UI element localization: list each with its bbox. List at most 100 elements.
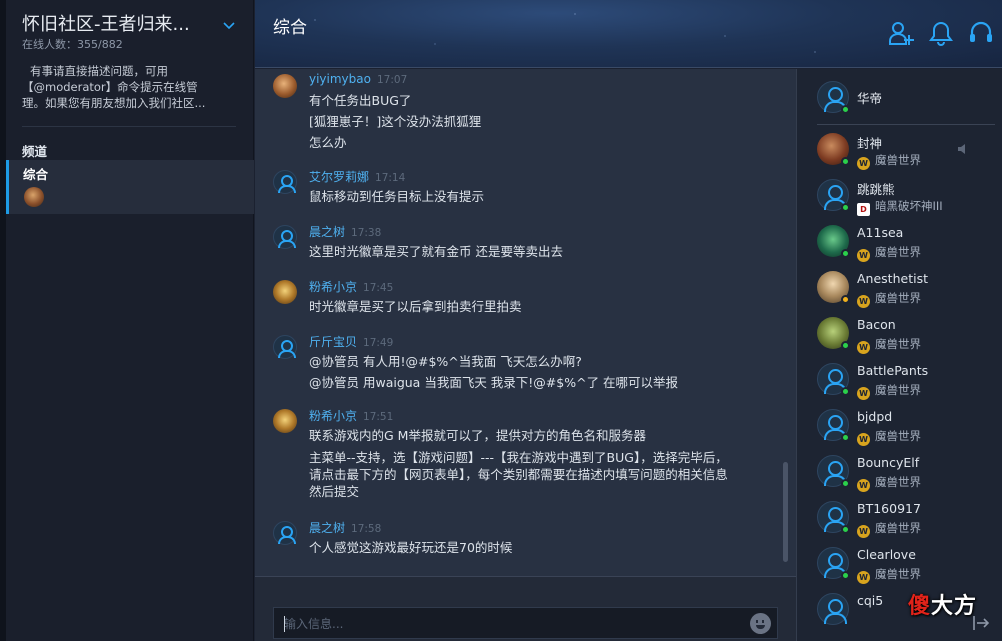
message-author[interactable]: 晨之树 17:38 [309, 223, 381, 240]
message-body: 有个任务出BUG了 [狐狸崽子！]这个没办法抓狐狸 怎么办 [309, 90, 769, 153]
add-friend-icon[interactable] [888, 20, 914, 46]
author-name[interactable]: 晨之树 [309, 521, 345, 535]
message-body: 鼠标移动到任务目标上没有提示 [309, 186, 769, 207]
community-notice: 有事请直接描述问题，可用 【@moderator】命令提示在线管 理。如果您有朋… [22, 63, 240, 111]
message-line: 个人感觉这游戏最好玩还是70的时候 [309, 540, 513, 555]
message-line: 然后提交 [309, 484, 360, 499]
active-indicator [6, 160, 9, 214]
sidebar-edge [0, 0, 6, 641]
chat-message-list[interactable]: yiyimybao 17:07 有个任务出BUG了 [狐狸崽子！]这个没办法抓狐狸… [255, 69, 796, 576]
member-game: W 魔兽世界 [857, 474, 921, 492]
member-item[interactable]: bjdpd W 魔兽世界 [817, 409, 997, 453]
message-input-box[interactable] [273, 607, 778, 639]
online-status-dot [841, 387, 850, 396]
wow-game-icon: W [857, 525, 870, 538]
message-input[interactable] [284, 615, 724, 633]
game-name: 暗黑破坏神III [875, 199, 943, 213]
member-game: D 暗黑破坏神III [857, 198, 943, 216]
game-name: 魔兽世界 [875, 567, 921, 581]
message-author[interactable]: yiyimybao 17:07 [309, 72, 407, 86]
divider [817, 124, 995, 125]
member-name: A11sea [857, 225, 904, 240]
member-item[interactable]: BouncyElf W 魔兽世界 [817, 455, 997, 499]
member-item[interactable]: 跳跳熊 D 暗黑破坏神III [817, 179, 997, 223]
game-name: 魔兽世界 [875, 291, 921, 305]
text-caret [284, 616, 285, 632]
user-avatar[interactable] [273, 170, 297, 194]
message-time: 17:14 [375, 172, 406, 184]
user-avatar[interactable] [273, 409, 297, 433]
channels-heading: 频道 [22, 144, 48, 159]
wow-game-icon: W [857, 479, 870, 492]
user-avatar[interactable] [273, 74, 297, 98]
notice-line: 【@moderator】命令提示在线管 [22, 80, 198, 94]
online-status-dot [841, 105, 850, 114]
message-author[interactable]: 艾尔罗莉娜 17:14 [309, 168, 405, 185]
wow-game-icon: W [857, 157, 870, 170]
user-avatar[interactable] [273, 280, 297, 304]
member-item[interactable]: Bacon W 魔兽世界 [817, 317, 997, 361]
user-avatar[interactable] [273, 225, 297, 249]
community-sidebar: 怀旧社区-王者归来... 在线人数：355/882 有事请直接描述问题，可用 【… [0, 0, 254, 641]
bell-icon[interactable] [928, 20, 954, 46]
online-status-dot [841, 571, 850, 580]
member-name: BT160917 [857, 501, 921, 516]
message-author[interactable]: 晨之树 17:58 [309, 519, 381, 536]
member-item[interactable]: Anesthetist W 魔兽世界 [817, 271, 997, 315]
chat-scrollbar[interactable] [783, 462, 788, 562]
game-name: 魔兽世界 [875, 429, 921, 443]
page-title: 综合 [273, 18, 307, 38]
member-game: W 魔兽世界 [857, 382, 921, 400]
user-avatar[interactable] [273, 521, 297, 545]
user-avatar[interactable] [817, 593, 849, 625]
online-status-dot [841, 341, 850, 350]
wow-game-icon: W [857, 387, 870, 400]
message-line: 有个任务出BUG了 [309, 93, 412, 108]
member-game: W 魔兽世界 [857, 244, 921, 262]
author-name[interactable]: 粉希小京 [309, 280, 357, 294]
member-item[interactable]: BT160917 W 魔兽世界 [817, 501, 997, 545]
user-avatar[interactable] [273, 335, 297, 359]
member-item[interactable]: Clearlove W 魔兽世界 [817, 547, 997, 591]
channel-header: 综合 [255, 0, 1002, 68]
wow-game-icon: W [857, 341, 870, 354]
member-name: cqi5 [857, 593, 884, 608]
community-title[interactable]: 怀旧社区-王者归来... [22, 10, 190, 36]
chevron-down-icon[interactable] [222, 18, 236, 32]
message-line: 怎么办 [309, 135, 347, 150]
author-name[interactable]: 粉希小京 [309, 409, 357, 423]
message-time: 17:51 [363, 411, 394, 423]
away-status-dot [841, 295, 850, 304]
member-name: BouncyElf [857, 455, 920, 470]
author-name[interactable]: 晨之树 [309, 225, 345, 239]
member-name: Clearlove [857, 547, 916, 562]
author-name[interactable]: 艾尔罗莉娜 [309, 170, 369, 184]
channel-item-general[interactable]: 综合 [6, 160, 254, 214]
message-author[interactable]: 粉希小京 17:45 [309, 278, 393, 295]
author-name[interactable]: yiyimybao [309, 72, 371, 86]
diablo-game-icon: D [857, 203, 870, 216]
member-game: W 魔兽世界 [857, 520, 921, 538]
member-game: W 魔兽世界 [857, 566, 921, 584]
message-body: 这里时光徽章是买了就有金币 还是要等卖出去 [309, 241, 769, 262]
notice-line: 有事请直接描述问题，可用 [30, 64, 168, 78]
message-line: [狐狸崽子！]这个没办法抓狐狸 [309, 114, 482, 129]
message-author[interactable]: 粉希小京 17:51 [309, 407, 393, 424]
message-time: 17:49 [363, 337, 394, 349]
message-author[interactable]: 斤斤宝贝 17:49 [309, 333, 393, 350]
emoji-icon[interactable] [750, 613, 771, 634]
member-game: W 魔兽世界 [857, 290, 921, 308]
member-name: BattlePants [857, 363, 929, 378]
channel-member-avatar[interactable] [24, 187, 44, 207]
member-item[interactable]: A11sea W 魔兽世界 [817, 225, 997, 269]
current-user[interactable]: 华帝 [817, 81, 997, 125]
member-list: 华帝 封神 W 魔兽世界 跳跳熊 D 暗黑破坏神III A11sea W 魔兽世界 A… [796, 69, 1002, 641]
member-item[interactable]: 封神 W 魔兽世界 [817, 133, 997, 177]
member-name: Anesthetist [857, 271, 928, 286]
author-name[interactable]: 斤斤宝贝 [309, 335, 357, 349]
online-status-dot [841, 249, 850, 258]
headset-icon[interactable] [968, 20, 994, 46]
message-time: 17:58 [351, 523, 382, 535]
member-item[interactable]: BattlePants W 魔兽世界 [817, 363, 997, 407]
message-body: 联系游戏内的G M举报就可以了，提供对方的角色名和服务器 主菜单--支持，选【游… [309, 425, 769, 500]
